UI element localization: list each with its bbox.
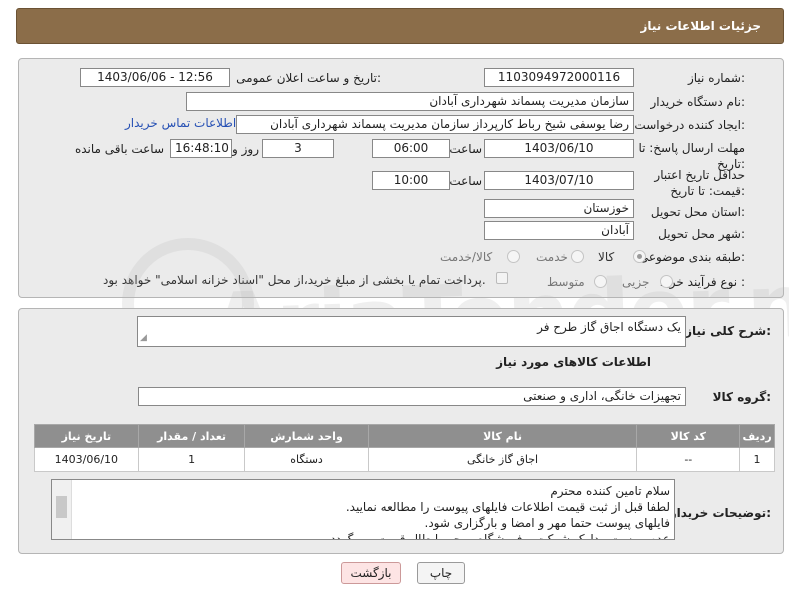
requester-label: ایجاد کننده درخواست: <box>634 118 745 132</box>
scrollbar-thumb[interactable] <box>56 496 67 518</box>
resize-grip-icon: ◢ <box>140 333 147 343</box>
cell-row-number: 1 <box>739 447 775 472</box>
city-label: شهر محل تحویل: <box>658 227 745 241</box>
buyer-note-line-4: عدم پیوست مدارک شرکت و فروشگاه موجب ابطا… <box>326 532 670 540</box>
col-row-number: ردیف <box>739 424 775 448</box>
col-need-date: تاریخ نیاز <box>34 424 139 448</box>
cell-goods-code: -- <box>636 447 741 472</box>
col-goods-name: نام کالا <box>367 424 638 448</box>
days-field: 3 <box>262 139 334 158</box>
remaining-time-field: 16:48:10 <box>170 139 232 158</box>
goods-group-field: تجهیزات خانگی، اداری و صنعتی <box>138 387 686 406</box>
province-label: استان محل تحویل: <box>650 205 745 219</box>
page-title: جزئیات اطلاعات نیاز <box>640 19 761 33</box>
need-number-field: 1103094972000116 <box>484 68 634 87</box>
buyer-notes-label: توضیحات خریدار: <box>669 506 771 520</box>
print-button[interactable]: چاپ <box>417 562 465 584</box>
announce-datetime-label: تاریخ و ساعت اعلان عمومی: <box>236 71 381 85</box>
province-field: خوزستان <box>484 199 634 218</box>
buyer-org-field: سازمان مدیریت پسماند شهرداری آبادان <box>186 92 634 111</box>
col-quantity: تعداد / مقدار <box>137 424 246 448</box>
cell-goods-name: اجاق گاز خانگی <box>367 447 638 472</box>
need-summary-label: شرح کلی نیاز: <box>685 324 771 338</box>
col-goods-code: کد کالا <box>636 424 741 448</box>
goods-table: ردیف کد کالا نام کالا واحد شمارش تعداد /… <box>34 424 775 472</box>
need-summary-text: یک دستگاه اجاق گاز طرح فر <box>537 320 681 334</box>
page-header: جزئیات اطلاعات نیاز <box>16 8 784 44</box>
validity-time-field: 10:00 <box>372 171 450 190</box>
reply-date-field: 1403/06/10 <box>484 139 634 158</box>
reply-time-label: ساعت <box>449 142 482 156</box>
buyer-note-line-3: فایلهای پیوست حتما مهر و امضا و بارگزاری… <box>424 516 670 530</box>
buyer-note-line-1: سلام تامین کننده محترم <box>550 484 670 498</box>
col-unit: واحد شمارش <box>244 424 369 448</box>
cell-quantity: 1 <box>137 447 246 472</box>
buyer-note-line-2: لطفا قبل از ثبت قیمت اطلاعات فایلهای پیو… <box>345 500 670 514</box>
need-number-label: شماره نیاز: <box>687 71 745 85</box>
notes-scrollbar[interactable] <box>52 480 72 539</box>
buyer-org-label: نام دستگاه خریدار: <box>650 95 746 109</box>
category-radio-goods-service[interactable] <box>507 250 520 263</box>
buyer-contact-link[interactable]: اطلاعات تماس خریدار <box>125 116 236 130</box>
need-summary-field: یک دستگاه اجاق گاز طرح فر ◢ <box>137 316 686 347</box>
category-option-goods-service: کالا/خدمت <box>440 250 493 264</box>
goods-table-header: ردیف کد کالا نام کالا واحد شمارش تعداد /… <box>34 424 775 448</box>
validity-time-label: ساعت <box>449 174 482 188</box>
city-field: آبادان <box>484 221 634 240</box>
price-validity-label: حداقل تاریخ اعتبار قیمت: تا تاریخ: <box>654 168 745 198</box>
requester-field: رضا یوسفی شیخ رباط کارپرداز سازمان مدیری… <box>236 115 634 134</box>
validity-date-field: 1403/07/10 <box>484 171 634 190</box>
reply-time-field: 06:00 <box>372 139 450 158</box>
goods-info-title: اطلاعات کالاهای مورد نیاز <box>496 355 651 369</box>
back-button[interactable]: بازگشت <box>341 562 401 584</box>
announce-datetime-field: 1403/06/06 - 12:56 <box>80 68 230 87</box>
goods-group-label: گروه کالا: <box>712 390 771 404</box>
buyer-notes-field: سلام تامین کننده محترم لطفا قبل از ثبت ق… <box>51 479 675 540</box>
cell-unit: دستگاه <box>244 447 369 472</box>
table-row: 1 -- اجاق گاز خانگی دستگاه 1 1403/06/10 <box>34 447 775 472</box>
remaining-time-label: ساعت باقی مانده <box>74 142 164 156</box>
cell-need-date: 1403/06/10 <box>34 447 139 472</box>
days-label: روز و <box>232 142 259 156</box>
